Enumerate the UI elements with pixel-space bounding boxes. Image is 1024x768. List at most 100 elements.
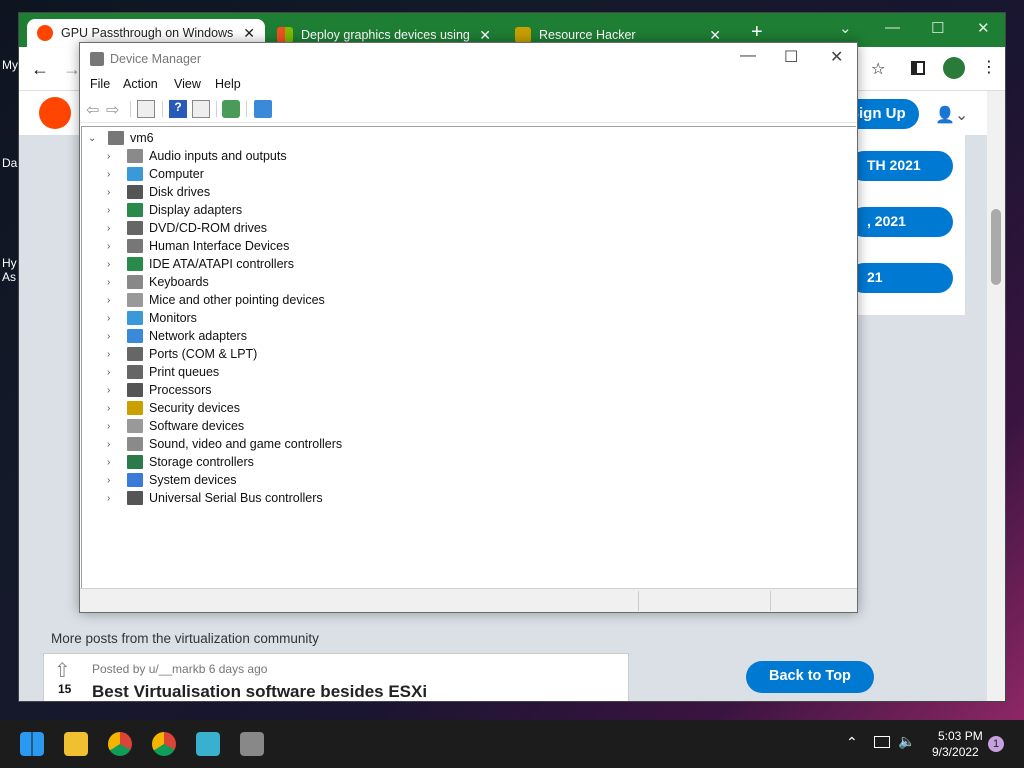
device-manager-window: Device Manager — ☐ ✕ File Action View He… [79, 42, 858, 613]
chrome-icon[interactable] [108, 732, 132, 756]
software-device-icon [127, 419, 143, 433]
back-to-top-button[interactable]: Back to Top [746, 661, 874, 693]
menu-help[interactable]: Help [215, 77, 241, 91]
chevron-right-icon[interactable]: › [107, 349, 117, 360]
notification-badge[interactable]: 1 [988, 736, 1004, 752]
menu-view[interactable]: View [174, 77, 201, 91]
start-icon[interactable] [20, 732, 44, 756]
view-icon[interactable] [192, 100, 210, 118]
tree-category[interactable]: › Network adapters [107, 327, 247, 345]
chevron-right-icon[interactable]: › [107, 295, 117, 306]
tree-category[interactable]: › Audio inputs and outputs [107, 147, 287, 165]
device-manager-icon[interactable] [240, 732, 264, 756]
server-manager-icon[interactable] [196, 732, 220, 756]
chevron-right-icon[interactable]: › [107, 205, 117, 216]
tree-category[interactable]: › DVD/CD-ROM drives [107, 219, 267, 237]
category-label: Software devices [149, 419, 245, 433]
chevron-right-icon[interactable]: › [107, 187, 117, 198]
back-icon[interactable]: ← [31, 59, 49, 80]
user-menu-icon[interactable]: 👤⌄ [935, 105, 968, 125]
chevron-right-icon[interactable]: › [107, 151, 117, 162]
chevron-right-icon[interactable]: › [107, 475, 117, 486]
volume-icon[interactable]: 🔈 [898, 733, 915, 750]
tree-category[interactable]: › Processors [107, 381, 212, 399]
minimize-icon[interactable]: — [740, 47, 756, 65]
tab-search-icon[interactable]: ⌄ [839, 19, 852, 37]
chevron-right-icon[interactable]: › [107, 457, 117, 468]
chevron-down-icon[interactable]: ⌄ [88, 133, 98, 144]
tree-category[interactable]: › Security devices [107, 399, 240, 417]
tree-category[interactable]: › Software devices [107, 417, 244, 435]
file-explorer-icon[interactable] [64, 732, 88, 756]
sidebar-pill-2[interactable]: , 2021 [849, 207, 953, 237]
chevron-right-icon[interactable]: › [107, 169, 117, 180]
chevron-right-icon[interactable]: › [107, 493, 117, 504]
tree-category[interactable]: › IDE ATA/ATAPI controllers [107, 255, 294, 273]
menu-action[interactable]: Action [123, 77, 158, 91]
upvote-icon[interactable]: ⇧ [54, 658, 71, 683]
close-window-icon[interactable]: ✕ [977, 19, 990, 37]
post-title[interactable]: Best Virtualisation software besides ESX… [92, 682, 427, 701]
help-icon[interactable]: ? [169, 100, 187, 118]
chevron-right-icon[interactable]: › [107, 421, 117, 432]
tree-category[interactable]: › Universal Serial Bus controllers [107, 489, 323, 507]
chevron-right-icon[interactable]: › [107, 385, 117, 396]
tree-category[interactable]: › Keyboards [107, 273, 209, 291]
tree-category[interactable]: › Sound, video and game controllers [107, 435, 342, 453]
tree-root[interactable]: ⌄ vm6 [88, 129, 154, 147]
sidebar-pill-1[interactable]: TH 2021 [849, 151, 953, 181]
page-scrollbar[interactable] [987, 91, 1005, 701]
clock-date[interactable]: 9/3/2022 [932, 745, 979, 759]
tree-category[interactable]: › System devices [107, 471, 237, 489]
device-manager-icon [90, 52, 104, 66]
status-divider [770, 591, 771, 611]
network-icon[interactable] [874, 736, 890, 748]
menu-file[interactable]: File [90, 77, 110, 91]
scrollbar-thumb[interactable] [991, 209, 1001, 285]
minimize-icon[interactable]: — [885, 19, 900, 36]
tree-category[interactable]: › Mice and other pointing devices [107, 291, 325, 309]
close-icon[interactable]: ✕ [243, 25, 255, 42]
chrome-profile-icon[interactable] [152, 732, 176, 756]
tree-category[interactable]: › Ports (COM & LPT) [107, 345, 257, 363]
bookmark-star-icon[interactable]: ☆ [871, 59, 885, 79]
chevron-right-icon[interactable]: › [107, 313, 117, 324]
tree-category[interactable]: › Print queues [107, 363, 219, 381]
chevron-right-icon[interactable]: › [107, 331, 117, 342]
menu-icon[interactable]: ⋮ [981, 57, 997, 77]
chevron-right-icon[interactable]: › [107, 259, 117, 270]
tree-category[interactable]: › Monitors [107, 309, 197, 327]
device-tree[interactable]: ⌄ vm6 › Audio inputs and outputs › Computer… [81, 126, 856, 588]
close-icon[interactable]: ✕ [479, 27, 491, 44]
clock-time[interactable]: 5:03 PM [938, 729, 983, 743]
add-device-icon[interactable] [254, 100, 272, 118]
close-icon[interactable]: ✕ [830, 47, 843, 67]
new-tab-button[interactable]: + [751, 21, 763, 44]
properties-icon[interactable] [137, 100, 155, 118]
reddit-logo-icon[interactable] [39, 97, 71, 129]
maximize-icon[interactable]: ☐ [931, 19, 944, 37]
profile-icon[interactable] [943, 57, 965, 79]
maximize-icon[interactable]: ☐ [784, 47, 798, 67]
chevron-right-icon[interactable]: › [107, 439, 117, 450]
back-icon[interactable]: ⇦ [86, 100, 104, 119]
tree-category[interactable]: › Display adapters [107, 201, 242, 219]
tree-category[interactable]: › Storage controllers [107, 453, 254, 471]
scan-hardware-icon[interactable] [222, 100, 240, 118]
close-icon[interactable]: ✕ [709, 27, 721, 44]
tree-category[interactable]: › Human Interface Devices [107, 237, 289, 255]
side-panel-icon[interactable] [911, 61, 925, 75]
category-label: Keyboards [149, 275, 209, 289]
tree-category[interactable]: › Computer [107, 165, 204, 183]
tree-category[interactable]: › Disk drives [107, 183, 210, 201]
chevron-right-icon[interactable]: › [107, 277, 117, 288]
chevron-right-icon[interactable]: › [107, 223, 117, 234]
chevron-up-icon[interactable]: ⌃ [846, 734, 858, 751]
sidebar-pill-3[interactable]: 21 [849, 263, 953, 293]
chevron-right-icon[interactable]: › [107, 403, 117, 414]
forward-icon[interactable]: ⇨ [106, 100, 124, 119]
category-label: Network adapters [149, 329, 247, 343]
chevron-right-icon[interactable]: › [107, 241, 117, 252]
chevron-right-icon[interactable]: › [107, 367, 117, 378]
post-card[interactable]: ⇧ 15 Posted by u/__markb 6 days ago Best… [43, 653, 629, 701]
